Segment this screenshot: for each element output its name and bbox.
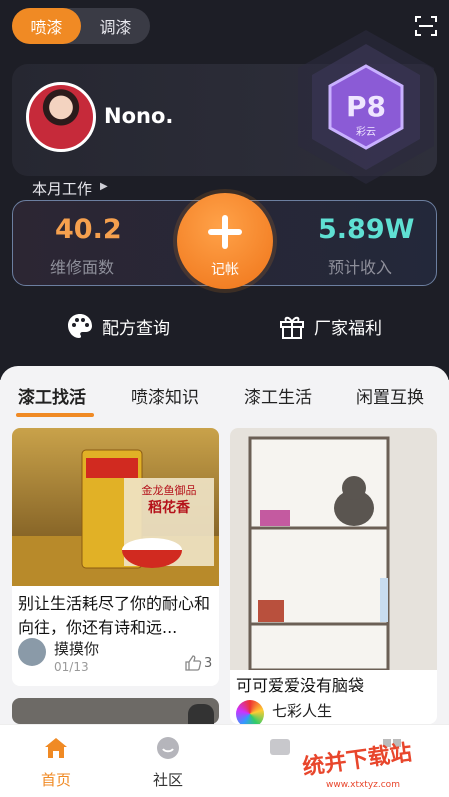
author-name[interactable]: 摸摸你 — [54, 638, 99, 659]
manufacturer-benefits-label: 厂家福利 — [314, 318, 382, 339]
home-icon — [45, 738, 67, 758]
formula-query-button[interactable]: 配方查询 — [66, 312, 170, 340]
mode-switch: 喷漆 调漆 — [12, 8, 150, 44]
chevron-right-icon: ▶ — [100, 181, 108, 192]
month-work-label[interactable]: 本月工作 — [32, 178, 92, 199]
tab-spray-paint[interactable]: 喷漆 — [12, 8, 81, 44]
community-icon — [157, 737, 179, 759]
post-date: 01/13 — [54, 660, 89, 674]
nav-community-label: 社区 — [152, 771, 183, 789]
post-image-cat-shelf — [230, 428, 437, 672]
badge-level: P8 — [346, 90, 386, 123]
repair-area-label: 维修面数 — [50, 258, 115, 277]
badge-label: 彩云 — [356, 126, 376, 138]
watermark-url: www.xtxtyz.com — [326, 780, 400, 790]
estimated-income-value: 5.89W — [318, 214, 415, 245]
tab-painter-life[interactable]: 漆工生活 — [244, 383, 312, 408]
svg-text:稻花香: 稻花香 — [148, 499, 191, 516]
gift-icon — [280, 316, 304, 339]
manufacturer-benefits-button[interactable]: 厂家福利 — [278, 312, 382, 340]
add-record-label: 记帐 — [211, 262, 239, 278]
estimated-income-label: 预计收入 — [328, 258, 393, 277]
author-avatar[interactable] — [236, 700, 264, 724]
author-avatar[interactable] — [18, 638, 46, 666]
feed-card[interactable]: 可可爱爱没有脑袋 七彩人生 — [230, 428, 437, 724]
avatar[interactable] — [26, 82, 96, 152]
post-image-rice: 金龙鱼御品 稻花香 — [12, 428, 219, 586]
formula-query-label: 配方查询 — [102, 318, 170, 339]
play-icon[interactable] — [188, 704, 214, 724]
add-record-button[interactable]: 记帐 — [177, 193, 273, 289]
svg-text:金龙鱼御品: 金龙鱼御品 — [142, 483, 197, 497]
nav-community[interactable]: 社区 — [112, 725, 224, 797]
username: Nono. — [104, 104, 174, 128]
tab-secondhand-exchange[interactable]: 闲置互换 — [356, 383, 424, 408]
tab-find-work[interactable]: 漆工找活 — [18, 383, 86, 408]
palette-icon — [68, 314, 92, 338]
tab-indicator — [16, 413, 94, 417]
message-icon — [270, 739, 290, 755]
tab-paint-knowledge[interactable]: 喷漆知识 — [131, 383, 199, 408]
repair-area-value: 40.2 — [55, 214, 122, 245]
thumbs-up-icon[interactable] — [184, 654, 202, 672]
level-badge[interactable]: P8 彩云 — [286, 22, 446, 192]
nav-home[interactable]: 首页 — [0, 725, 112, 797]
feed-card[interactable]: 金龙鱼御品 稻花香 别让生活耗尽了你的耐心和向往，你还有诗和远... 摸摸你 0… — [12, 428, 219, 686]
nav-home-label: 首页 — [40, 771, 71, 789]
post-title[interactable]: 可可爱爱没有脑袋 — [236, 674, 434, 698]
author-name[interactable]: 七彩人生 — [272, 700, 332, 721]
tab-mix-paint[interactable]: 调漆 — [81, 8, 150, 44]
post-title[interactable]: 别让生活耗尽了你的耐心和向往，你还有诗和远... — [18, 592, 216, 640]
like-count: 3 — [204, 656, 213, 671]
